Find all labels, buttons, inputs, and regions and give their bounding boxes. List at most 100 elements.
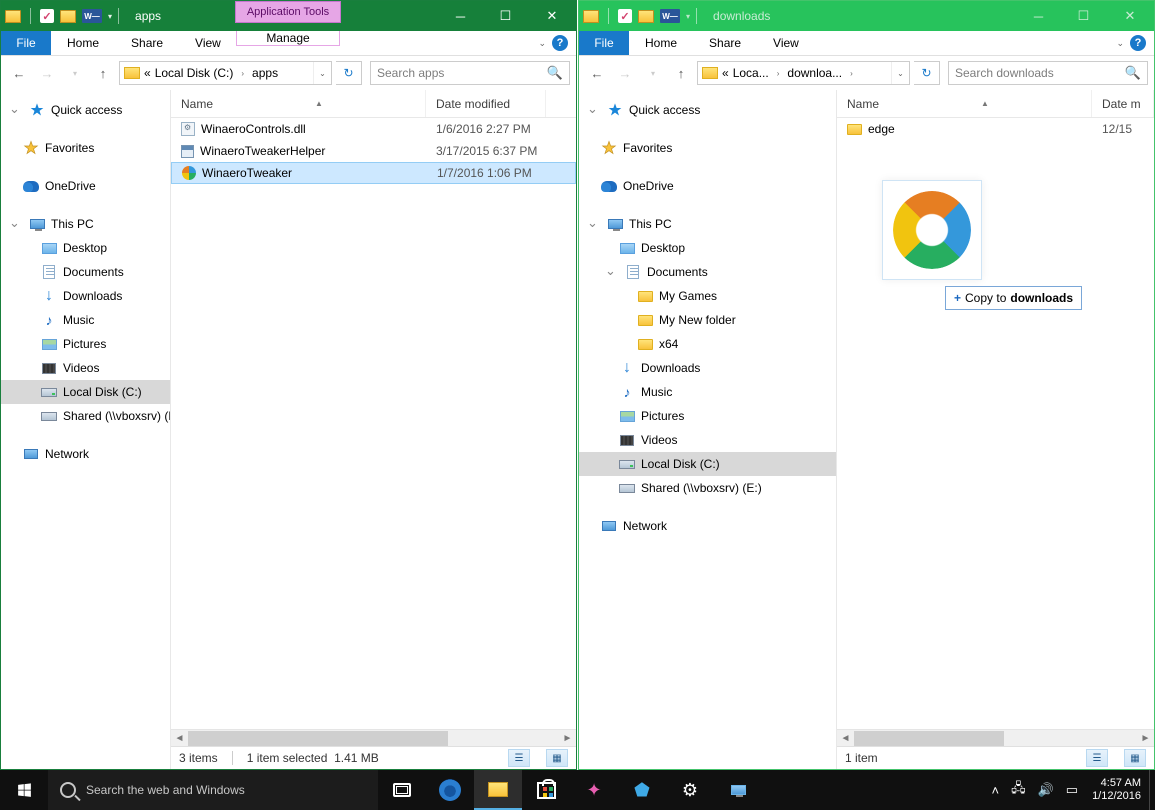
nav-desktop[interactable]: Desktop: [1, 236, 170, 260]
nav-quick-access[interactable]: Quick access: [1, 98, 170, 122]
start-button[interactable]: [0, 770, 48, 810]
forward-button[interactable]: →: [613, 61, 637, 85]
title-bar[interactable]: ✓ W— ▾ apps Application Tools ─ ☐ ✕: [1, 1, 576, 31]
recent-caret-icon[interactable]: ▾: [641, 61, 665, 85]
qat-customize-caret-icon[interactable]: ▾: [686, 12, 690, 21]
minimize-button[interactable]: ─: [438, 1, 483, 31]
up-button[interactable]: ↑: [669, 61, 693, 85]
scroll-right-icon[interactable]: ►: [1137, 733, 1154, 744]
file-row[interactable]: WinaeroTweaker1/7/2016 1:06 PM: [171, 162, 576, 184]
nav-documents-sub[interactable]: x64: [579, 332, 836, 356]
tab-share[interactable]: Share: [115, 31, 179, 55]
chevron-right-icon[interactable]: ›: [773, 69, 784, 78]
qat-properties-icon[interactable]: ✓: [40, 9, 54, 23]
contextual-tab-tools[interactable]: Application Tools: [235, 1, 341, 23]
search-box[interactable]: Search apps 🔍: [370, 61, 570, 85]
ribbon-expand-icon[interactable]: ⌄: [1116, 38, 1124, 49]
back-button[interactable]: ←: [585, 61, 609, 85]
scroll-left-icon[interactable]: ◄: [837, 733, 854, 744]
nav-documents[interactable]: Documents: [579, 260, 836, 284]
tray-network-icon[interactable]: 🖧: [1005, 770, 1032, 810]
breadcrumb[interactable]: «: [144, 66, 151, 80]
scroll-thumb[interactable]: [188, 731, 448, 746]
help-icon[interactable]: ?: [1130, 35, 1146, 51]
taskbar-explorer[interactable]: [474, 770, 522, 810]
taskbar-edge[interactable]: [426, 770, 474, 810]
nav-documents[interactable]: Documents: [1, 260, 170, 284]
nav-this-pc[interactable]: This PC: [579, 212, 836, 236]
nav-this-pc[interactable]: This PC: [1, 212, 170, 236]
qat-properties-icon[interactable]: ✓: [618, 9, 632, 23]
nav-network[interactable]: Network: [579, 514, 836, 538]
tab-view[interactable]: View: [757, 31, 815, 55]
nav-favorites[interactable]: Favorites: [579, 136, 836, 160]
nav-videos[interactable]: Videos: [579, 428, 836, 452]
back-button[interactable]: ←: [7, 61, 31, 85]
up-button[interactable]: ↑: [91, 61, 115, 85]
view-details-button[interactable]: ☰: [508, 749, 530, 767]
nav-downloads[interactable]: ↓Downloads: [1, 284, 170, 308]
nav-favorites[interactable]: Favorites: [1, 136, 170, 160]
tray-volume-icon[interactable]: 🔊: [1032, 770, 1060, 810]
scroll-right-icon[interactable]: ►: [559, 733, 576, 744]
taskbar-search[interactable]: Search the web and Windows: [48, 770, 378, 810]
view-icons-button[interactable]: ▦: [546, 749, 568, 767]
taskbar-app[interactable]: ⬟: [618, 770, 666, 810]
tab-share[interactable]: Share: [693, 31, 757, 55]
qat-word-icon[interactable]: W—: [82, 9, 102, 23]
close-button[interactable]: ✕: [1106, 1, 1154, 31]
nav-music[interactable]: ♪Music: [579, 380, 836, 404]
address-bar[interactable]: « Local Disk (C:) › apps ⌄: [119, 61, 332, 85]
tab-manage[interactable]: Manage: [236, 31, 340, 46]
minimize-button[interactable]: ─: [1016, 1, 1061, 31]
nav-onedrive[interactable]: OneDrive: [579, 174, 836, 198]
nav-local-disk[interactable]: Local Disk (C:): [579, 452, 836, 476]
scroll-left-icon[interactable]: ◄: [171, 733, 188, 744]
maximize-button[interactable]: ☐: [1061, 1, 1106, 31]
refresh-button[interactable]: ↻: [914, 61, 940, 85]
help-icon[interactable]: ?: [552, 35, 568, 51]
nav-pictures[interactable]: Pictures: [1, 332, 170, 356]
tab-file[interactable]: File: [1, 31, 51, 55]
nav-documents-sub[interactable]: My Games: [579, 284, 836, 308]
address-bar[interactable]: « Loca... › downloa... › ⌄: [697, 61, 910, 85]
refresh-button[interactable]: ↻: [336, 61, 362, 85]
file-row[interactable]: WinaeroControls.dll1/6/2016 2:27 PM: [171, 118, 576, 140]
qat-newfolder-icon[interactable]: [60, 10, 76, 23]
breadcrumb[interactable]: Local Disk (C:): [155, 66, 234, 80]
recent-caret-icon[interactable]: ▾: [63, 61, 87, 85]
taskbar-clock[interactable]: 4:57 AM 1/12/2016: [1084, 777, 1149, 803]
tray-notifications-icon[interactable]: ▭: [1060, 770, 1084, 810]
qat-newfolder-icon[interactable]: [638, 10, 654, 23]
title-bar[interactable]: ✓ W— ▾ downloads ─ ☐ ✕: [579, 1, 1154, 31]
tab-file[interactable]: File: [579, 31, 629, 55]
col-date[interactable]: Date modified: [426, 90, 546, 117]
close-button[interactable]: ✕: [528, 1, 576, 31]
taskbar-app[interactable]: [714, 770, 762, 810]
tray-overflow-icon[interactable]: ˄: [985, 770, 1005, 810]
nav-network[interactable]: Network: [1, 442, 170, 466]
col-name[interactable]: Name▲: [837, 90, 1092, 117]
breadcrumb[interactable]: Loca...: [733, 66, 769, 80]
nav-pictures[interactable]: Pictures: [579, 404, 836, 428]
chevron-right-icon[interactable]: ›: [237, 69, 248, 78]
maximize-button[interactable]: ☐: [483, 1, 528, 31]
tab-view[interactable]: View: [179, 31, 237, 55]
tab-home[interactable]: Home: [629, 31, 693, 55]
breadcrumb[interactable]: «: [722, 66, 729, 80]
show-desktop-button[interactable]: [1149, 770, 1155, 810]
taskbar-app[interactable]: ✦: [570, 770, 618, 810]
task-view-button[interactable]: [378, 770, 426, 810]
hscrollbar[interactable]: ◄ ►: [837, 729, 1154, 746]
forward-button[interactable]: →: [35, 61, 59, 85]
tab-home[interactable]: Home: [51, 31, 115, 55]
ribbon-expand-icon[interactable]: ⌄: [538, 38, 546, 49]
history-caret-icon[interactable]: ⌄: [313, 62, 331, 84]
view-icons-button[interactable]: ▦: [1124, 749, 1146, 767]
nav-local-disk[interactable]: Local Disk (C:): [1, 380, 170, 404]
view-details-button[interactable]: ☰: [1086, 749, 1108, 767]
hscrollbar[interactable]: ◄ ►: [171, 729, 576, 746]
file-row[interactable]: edge12/15: [837, 118, 1154, 140]
nav-network-drive[interactable]: Shared (\\vboxsrv) (E:): [579, 476, 836, 500]
nav-downloads[interactable]: ↓Downloads: [579, 356, 836, 380]
